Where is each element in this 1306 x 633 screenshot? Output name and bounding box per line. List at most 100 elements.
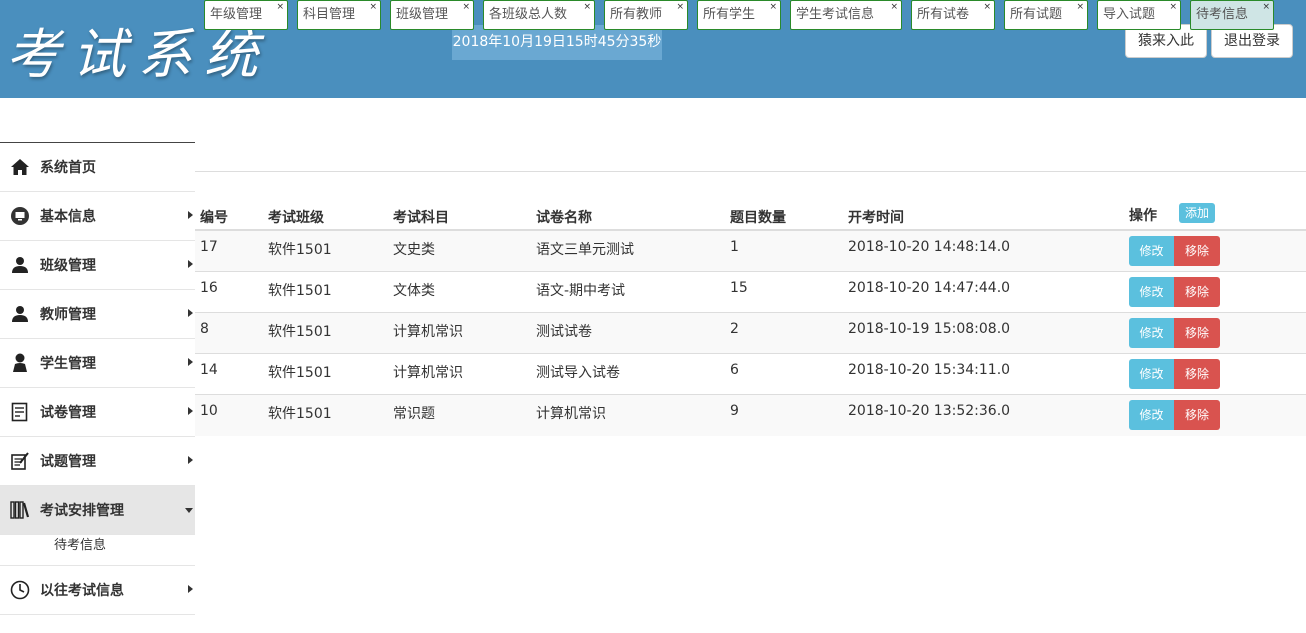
books-icon (10, 500, 30, 520)
chevron-right-icon (188, 585, 193, 593)
tab-pending-exams[interactable]: 待考信息 × (1190, 0, 1274, 30)
sidebar-item-student-mgmt[interactable]: 学生管理 (0, 339, 195, 388)
tab-label: 年级管理 (210, 7, 263, 22)
cell-id: 16 (200, 280, 218, 296)
table-row: 16 软件1501 文体类 语文-期中考试 15 2018-10-20 14:4… (195, 272, 1306, 313)
tab-label: 导入试题 (1103, 7, 1156, 22)
cell-count: 6 (730, 362, 739, 378)
close-icon[interactable]: × (676, 0, 684, 21)
tab-all-students[interactable]: 所有学生 × (697, 0, 781, 30)
chevron-right-icon (188, 260, 193, 268)
delete-button[interactable]: 移除 (1174, 359, 1220, 389)
header-count: 题目数量 (730, 210, 786, 226)
sidebar-item-label: 教师管理 (40, 307, 96, 323)
sidebar-item-label: 试卷管理 (40, 405, 96, 421)
sidebar-item-home[interactable]: 系统首页 (0, 143, 195, 192)
chevron-right-icon (188, 456, 193, 464)
sidebar: 系统首页 基本信息 班级管理 教师管理 学生管理 试卷管理 试题管理 考试安排管… (0, 142, 195, 633)
tab-subject-mgmt[interactable]: 科目管理 × (297, 0, 381, 30)
table-row: 10 软件1501 常识题 计算机常识 9 2018-10-20 13:52:3… (195, 395, 1306, 436)
cell-subject: 文体类 (393, 283, 435, 299)
tab-bar (195, 142, 1306, 172)
tab-label: 所有学生 (703, 7, 756, 22)
cell-class: 软件1501 (268, 324, 332, 340)
document-icon (10, 402, 30, 422)
edit-button[interactable]: 修改 (1129, 359, 1174, 389)
sidebar-item-exam-arrangement[interactable]: 考试安排管理 (0, 486, 195, 535)
sidebar-item-question-mgmt[interactable]: 试题管理 (0, 437, 195, 486)
cell-subject: 计算机常识 (393, 324, 463, 340)
close-icon[interactable]: × (769, 0, 777, 21)
sidebar-item-label: 学生管理 (40, 356, 96, 372)
delete-button[interactable]: 移除 (1174, 277, 1220, 307)
cell-id: 8 (200, 321, 209, 337)
sidebar-item-past-exams[interactable]: 以往考试信息 (0, 566, 195, 615)
tab-label: 学生考试信息 (796, 7, 875, 22)
cell-count: 2 (730, 321, 739, 337)
cell-class: 软件1501 (268, 365, 332, 381)
cell-time: 2018-10-20 14:47:44.0 (848, 280, 1011, 296)
cell-subject: 常识题 (393, 406, 435, 422)
chevron-right-icon (188, 407, 193, 415)
sidebar-item-basic-info[interactable]: 基本信息 (0, 192, 195, 241)
table-row: 17 软件1501 文史类 语文三单元测试 1 2018-10-20 14:48… (195, 231, 1306, 272)
cell-paper: 语文三单元测试 (536, 242, 634, 258)
cell-count: 1 (730, 239, 739, 255)
close-icon[interactable]: × (1076, 0, 1084, 21)
tab-label: 所有试题 (1010, 7, 1063, 22)
tab-all-teachers[interactable]: 所有教师 × (604, 0, 688, 30)
edit-button[interactable]: 修改 (1129, 318, 1174, 348)
chevron-right-icon (188, 309, 193, 317)
header-subject: 考试科目 (393, 210, 449, 226)
tab-class-totals[interactable]: 各班级总人数 × (483, 0, 595, 30)
tab-student-exam-info[interactable]: 学生考试信息 × (790, 0, 902, 30)
exam-icon (10, 451, 30, 471)
tab-all-papers[interactable]: 所有试卷 × (911, 0, 995, 30)
close-icon[interactable]: × (462, 0, 470, 21)
close-icon[interactable]: × (583, 0, 591, 21)
cell-subject: 文史类 (393, 242, 435, 258)
cell-count: 15 (730, 280, 748, 296)
sidebar-item-class-mgmt[interactable]: 班级管理 (0, 241, 195, 290)
cell-paper: 测试导入试卷 (536, 365, 620, 381)
tab-class-mgmt[interactable]: 班级管理 × (390, 0, 474, 30)
cell-class: 软件1501 (268, 283, 332, 299)
sidebar-divider (0, 565, 195, 566)
delete-button[interactable]: 移除 (1174, 318, 1220, 348)
tab-all-questions[interactable]: 所有试题 × (1004, 0, 1088, 30)
chevron-right-icon (188, 211, 193, 219)
close-icon[interactable]: × (1262, 0, 1270, 21)
tab-import-questions[interactable]: 导入试题 × (1097, 0, 1181, 30)
sidebar-item-paper-mgmt[interactable]: 试卷管理 (0, 388, 195, 437)
delete-button[interactable]: 移除 (1174, 236, 1220, 266)
sidebar-item-label: 以往考试信息 (40, 583, 124, 599)
tab-label: 科目管理 (303, 7, 356, 22)
delete-button[interactable]: 移除 (1174, 400, 1220, 430)
close-icon[interactable]: × (369, 0, 377, 21)
header-time: 开考时间 (848, 210, 904, 226)
tab-label: 所有试卷 (917, 7, 970, 22)
sidebar-item-teacher-mgmt[interactable]: 教师管理 (0, 290, 195, 339)
close-icon[interactable]: × (276, 0, 284, 21)
cell-id: 14 (200, 362, 218, 378)
clock-display: 2018年10月19日15时45分35秒 (452, 25, 662, 60)
close-icon[interactable]: × (983, 0, 991, 21)
cell-paper: 计算机常识 (536, 406, 606, 422)
cell-count: 9 (730, 403, 739, 419)
edit-button[interactable]: 修改 (1129, 277, 1174, 307)
edit-button[interactable]: 修改 (1129, 400, 1174, 430)
clock-icon (10, 580, 30, 600)
tab-grade-mgmt[interactable]: 年级管理 × (204, 0, 288, 30)
table-row: 8 软件1501 计算机常识 测试试卷 2 2018-10-19 15:08:0… (195, 313, 1306, 354)
sidebar-item-label: 试题管理 (40, 454, 96, 470)
add-button[interactable]: 添加 (1179, 203, 1215, 223)
close-icon[interactable]: × (890, 0, 898, 21)
tab-label: 所有教师 (610, 7, 663, 22)
close-icon[interactable]: × (1169, 0, 1177, 21)
sidebar-subitem-pending-exams[interactable]: 待考信息 (54, 534, 106, 553)
cell-paper: 测试试卷 (536, 324, 592, 340)
table-row: 14 软件1501 计算机常识 测试导入试卷 6 2018-10-20 15:3… (195, 354, 1306, 395)
cell-paper: 语文-期中考试 (536, 283, 626, 299)
edit-button[interactable]: 修改 (1129, 236, 1174, 266)
sidebar-item-label: 基本信息 (40, 209, 96, 225)
